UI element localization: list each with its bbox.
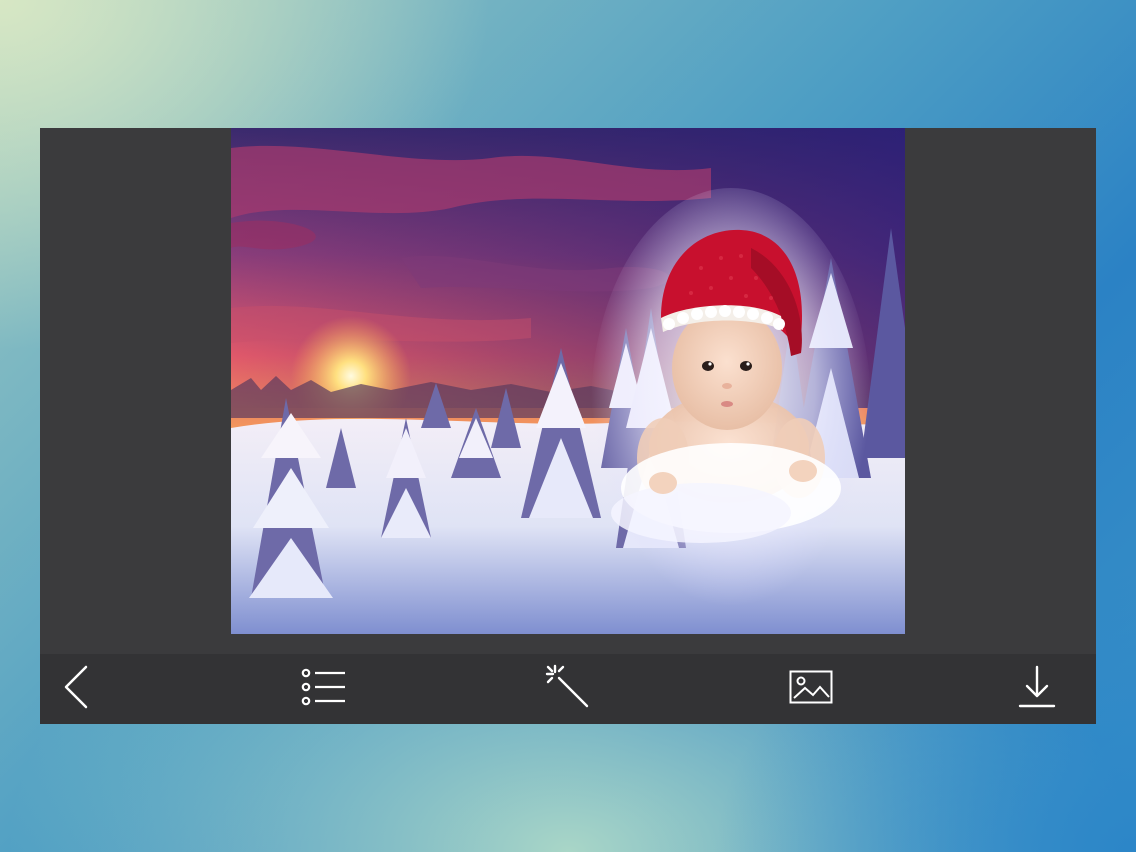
- list-button[interactable]: [289, 654, 359, 724]
- magic-wand-icon: [545, 664, 591, 715]
- download-icon: [1018, 665, 1056, 714]
- back-icon: [62, 664, 92, 715]
- image-button[interactable]: [776, 654, 846, 724]
- photo-canvas: [231, 128, 905, 634]
- back-button[interactable]: [42, 654, 112, 724]
- photo-editor-panel: [40, 128, 1096, 724]
- image-icon: [789, 670, 833, 709]
- list-icon: [301, 668, 347, 711]
- bottom-toolbar: [40, 654, 1096, 724]
- edited-photo[interactable]: [231, 128, 905, 634]
- download-button[interactable]: [1002, 654, 1072, 724]
- magic-wand-button[interactable]: [533, 654, 603, 724]
